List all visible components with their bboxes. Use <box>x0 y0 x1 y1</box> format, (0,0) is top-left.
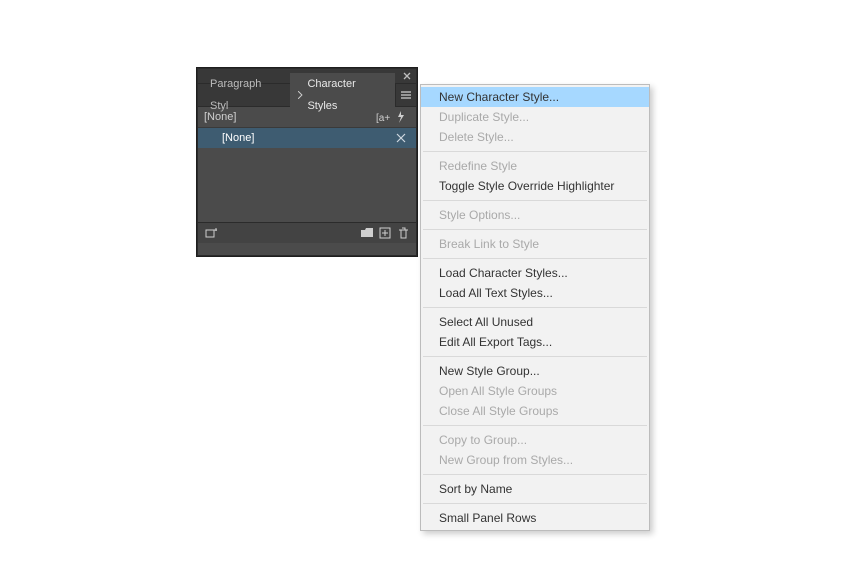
close-icon[interactable] <box>402 71 412 81</box>
menu-close-all-groups: Close All Style Groups <box>421 401 649 421</box>
menu-select-all-unused[interactable]: Select All Unused <box>421 312 649 332</box>
menu-new-style-group[interactable]: New Style Group... <box>421 361 649 381</box>
menu-open-all-groups: Open All Style Groups <box>421 381 649 401</box>
menu-separator <box>423 307 647 308</box>
menu-redefine-style: Redefine Style <box>421 156 649 176</box>
menu-delete-style: Delete Style... <box>421 127 649 147</box>
menu-load-all-text-styles[interactable]: Load All Text Styles... <box>421 283 649 303</box>
menu-separator <box>423 425 647 426</box>
locked-options-icon[interactable] <box>392 129 410 147</box>
style-list: [None] <box>198 128 416 222</box>
add-to-cc-icon[interactable] <box>202 224 220 242</box>
header-style-label: [None] <box>204 111 374 123</box>
menu-break-link: Break Link to Style <box>421 234 649 254</box>
menu-separator <box>423 356 647 357</box>
menu-small-panel-rows[interactable]: Small Panel Rows <box>421 508 649 528</box>
menu-duplicate-style: Duplicate Style... <box>421 107 649 127</box>
style-row-none[interactable]: [None] <box>198 128 416 148</box>
delete-style-icon[interactable] <box>394 224 412 242</box>
panel-header-row: [None] [a+] <box>198 107 416 128</box>
tab-chevron-icon <box>298 91 304 99</box>
menu-style-options: Style Options... <box>421 205 649 225</box>
menu-separator <box>423 503 647 504</box>
menu-new-group-from-styles: New Group from Styles... <box>421 450 649 470</box>
menu-separator <box>423 229 647 230</box>
menu-toggle-override[interactable]: Toggle Style Override Highlighter <box>421 176 649 196</box>
style-group-folder-icon[interactable] <box>358 224 376 242</box>
menu-load-character-styles[interactable]: Load Character Styles... <box>421 263 649 283</box>
menu-sort-by-name[interactable]: Sort by Name <box>421 479 649 499</box>
new-style-icon[interactable] <box>376 224 394 242</box>
menu-new-character-style[interactable]: New Character Style... <box>421 87 649 107</box>
panel-tab-bar: Paragraph Styl Character Styles <box>198 83 416 107</box>
style-name: [None] <box>222 132 254 144</box>
panel-footer <box>198 222 416 243</box>
menu-separator <box>423 151 647 152</box>
menu-separator <box>423 200 647 201</box>
quick-apply-icon[interactable] <box>392 108 410 126</box>
panel-menu-button[interactable] <box>395 84 416 106</box>
override-clear-icon[interactable]: [a+] <box>374 108 392 126</box>
panel-flyout-menu: New Character Style... Duplicate Style..… <box>420 84 650 531</box>
svg-text:[a+]: [a+] <box>376 113 390 123</box>
menu-edit-export-tags[interactable]: Edit All Export Tags... <box>421 332 649 352</box>
menu-separator <box>423 258 647 259</box>
menu-copy-to-group: Copy to Group... <box>421 430 649 450</box>
character-styles-panel: Paragraph Styl Character Styles [None] [… <box>197 68 417 256</box>
menu-separator <box>423 474 647 475</box>
